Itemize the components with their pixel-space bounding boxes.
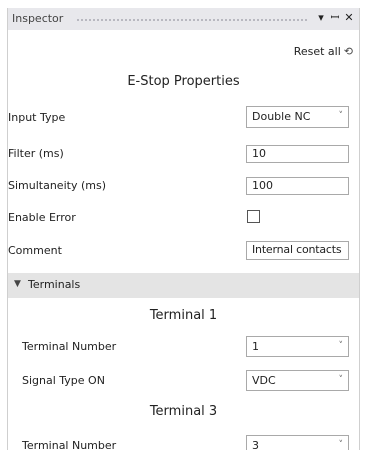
- terminal-number-select[interactable]: 3 ˅: [246, 435, 349, 450]
- terminal-number-label: Terminal Number: [22, 439, 117, 450]
- enable-error-checkbox[interactable]: [247, 210, 260, 223]
- simultaneity-value: 100: [252, 179, 273, 192]
- reset-all-label: Reset all: [293, 45, 341, 58]
- panel-title: Inspector: [12, 12, 64, 25]
- chevron-down-icon: ˅: [338, 111, 344, 121]
- input-type-label: Input Type: [8, 111, 66, 124]
- terminal-3-title: Terminal 3: [149, 404, 218, 419]
- pin-icon[interactable]: ꟷ: [329, 11, 341, 25]
- dropdown-arrow-icon[interactable]: ▾: [315, 11, 327, 25]
- terminal-number-label: Terminal Number: [22, 340, 117, 353]
- terminal-number-value: 1: [252, 340, 259, 353]
- terminal-number-select[interactable]: 1 ˅: [246, 336, 349, 357]
- input-type-select[interactable]: Double NC ˅: [246, 106, 349, 128]
- comment-input[interactable]: Internal contacts: [246, 241, 349, 260]
- comment-value: Internal contacts: [252, 243, 342, 256]
- chevron-down-icon: ˅: [338, 375, 344, 385]
- reset-all-button[interactable]: Reset all ⟲: [294, 45, 353, 58]
- filter-input[interactable]: 10: [246, 145, 349, 163]
- collapse-caret-icon: ▼: [14, 279, 21, 289]
- close-icon[interactable]: ✕: [343, 11, 355, 25]
- properties-title: E-Stop Properties: [127, 74, 240, 89]
- signal-type-on-value: VDC: [252, 374, 276, 387]
- input-type-value: Double NC: [252, 110, 311, 123]
- signal-type-on-select[interactable]: VDC ˅: [246, 370, 349, 391]
- terminal-number-value: 3: [252, 439, 259, 450]
- signal-type-on-label: Signal Type ON: [22, 374, 105, 387]
- enable-error-label: Enable Error: [8, 211, 76, 224]
- refresh-icon: ⟲: [343, 45, 353, 58]
- comment-label: Comment: [8, 244, 62, 257]
- simultaneity-label: Simultaneity (ms): [8, 179, 106, 192]
- simultaneity-input[interactable]: 100: [246, 177, 349, 195]
- terminal-1-title: Terminal 1: [149, 308, 218, 323]
- chevron-down-icon: ˅: [338, 440, 344, 450]
- panel-titlebar[interactable]: Inspector ▾ ꟷ ✕: [8, 8, 359, 30]
- filter-label: Filter (ms): [8, 147, 64, 160]
- terminals-section-header[interactable]: ▼ Terminals: [8, 273, 359, 298]
- terminals-section-label: Terminals: [28, 278, 81, 291]
- chevron-down-icon: ˅: [338, 341, 344, 351]
- inspector-panel: Inspector ▾ ꟷ ✕ Reset all ⟲ E-Stop Prope…: [7, 8, 360, 450]
- filter-value: 10: [252, 147, 266, 160]
- drag-grip[interactable]: [76, 18, 308, 22]
